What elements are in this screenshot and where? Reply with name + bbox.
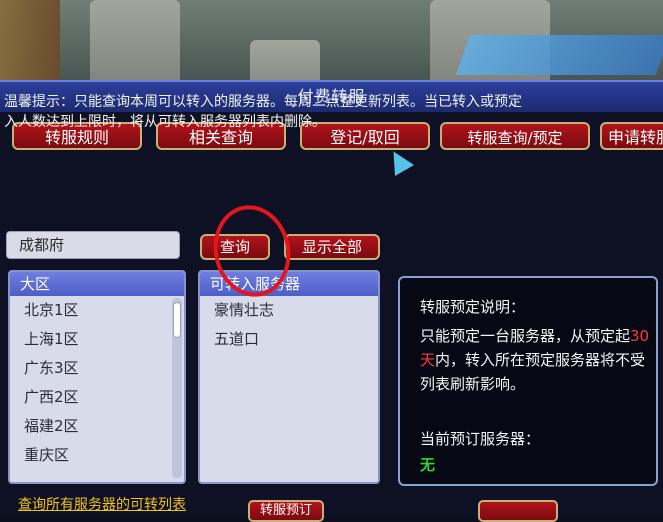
tip-text: 温馨提示：只能查询本周可以转入的服务器。每周二点整更新列表。当已转入或预定 入人… [4, 92, 659, 132]
list-item[interactable]: 北京1区 [10, 296, 184, 325]
scene-water [455, 35, 663, 75]
list-item[interactable]: 豪情壮志 [200, 296, 378, 325]
booking-info-desc: 只能预定一台服务器，从预定起30天内，转入所在预定服务器将不受列表刷新影响。 [420, 324, 650, 396]
list-item[interactable]: 广东3区 [10, 354, 184, 383]
list-item[interactable]: 上海1区 [10, 325, 184, 354]
search-input[interactable]: 成都府 [6, 231, 180, 259]
server-list-header: 可转入服务器 [200, 272, 378, 296]
query-all-servers-link[interactable]: 查询所有服务器的可转列表 [18, 494, 186, 514]
list-item[interactable]: 重庆区 [10, 441, 184, 470]
tip-line1: 温馨提示：只能查询本周可以转入的服务器。每周二 [4, 94, 326, 110]
scene-tower [90, 0, 180, 90]
show-all-button[interactable]: 显示全部 [284, 234, 380, 260]
region-list-scrollbar[interactable] [172, 298, 182, 478]
tip-line2: 入人数达到上限时，将从可转入服务器列表内删除。 [4, 114, 326, 130]
scrollbar-thumb[interactable] [173, 302, 181, 338]
booking-desc-prefix: 只能预定一台服务器，从预定起 [420, 327, 631, 345]
query-button[interactable]: 查询 [200, 234, 270, 260]
current-booking-value: 无 [420, 456, 436, 474]
booking-info-box: 转服预定说明： 只能预定一台服务器，从预定起30天内，转入所在预定服务器将不受列… [398, 276, 658, 486]
bottom-right-button[interactable] [478, 500, 558, 522]
region-list[interactable]: 大区 北京1区 上海1区 广东3区 广西2区 福建2区 重庆区 [8, 270, 186, 484]
list-item[interactable]: 福建2区 [10, 412, 184, 441]
list-item[interactable]: 广西2区 [10, 383, 184, 412]
list-item[interactable]: 五道口 [200, 325, 378, 354]
region-list-header: 大区 [10, 272, 184, 296]
transfer-booking-button[interactable]: 转服预订 [248, 500, 324, 522]
booking-desc-suffix: 内，转入所在预定服务器将不受列表刷新影响。 [420, 351, 646, 393]
booking-info-title: 转服预定说明： [420, 298, 526, 316]
tip-line1b: 点整更新列表。当已转入或预定 [326, 94, 522, 110]
server-list[interactable]: 可转入服务器 豪情壮志 五道口 [198, 270, 380, 484]
current-booking-label: 当前预订服务器： [420, 430, 541, 448]
